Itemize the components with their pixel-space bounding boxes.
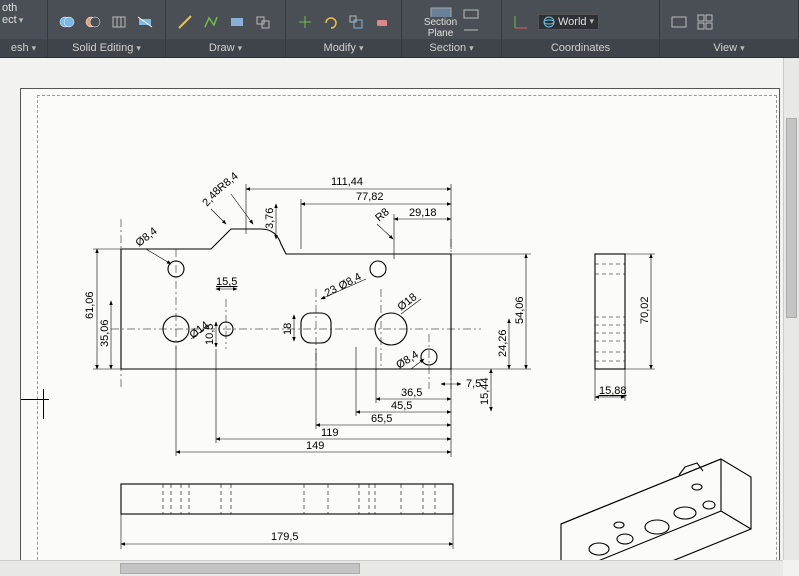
drawing-svg: 111,44 77,82 29,18 2,48 3,76 R8,4 R8 Ø8,	[21, 89, 781, 576]
isometric-view	[561, 459, 751, 576]
world-combo[interactable]: World ▾	[538, 14, 599, 30]
scrollbar-vertical[interactable]	[783, 58, 799, 560]
panel-section-label[interactable]: Section ▾	[402, 39, 501, 57]
region-icon[interactable]	[226, 11, 248, 33]
dim-dia-8-4a: Ø8,4	[133, 225, 159, 249]
section-jog-icon[interactable]	[462, 7, 480, 21]
view-icon-2[interactable]	[694, 11, 716, 33]
section-plane-button[interactable]: Section Plane	[424, 5, 458, 39]
dim-65-5: 65,5	[371, 413, 392, 425]
bottom-view: 179,5	[121, 484, 453, 549]
paper-sheet: 111,44 77,82 29,18 2,48 3,76 R8,4 R8 Ø8,	[20, 88, 780, 576]
panel-mesh: oth ect ▾ esh ▾	[0, 0, 48, 57]
dim-35-06: 35,06	[99, 319, 111, 347]
dim-dia-18: Ø18	[395, 291, 419, 313]
line-icon[interactable]	[174, 11, 196, 33]
ribbon: oth ect ▾ esh ▾ Solid Editing ▾	[0, 0, 799, 58]
panel-view: View ▾	[660, 0, 799, 57]
view-icon-1[interactable]	[668, 11, 690, 33]
panel-section: Section Plane Section ▾	[402, 0, 502, 57]
panel-view-label[interactable]: View ▾	[660, 39, 798, 57]
dim-10-5: 10,5	[204, 324, 216, 345]
mesh-button[interactable]: ect ▾	[2, 14, 23, 26]
dim-179-5: 179,5	[271, 531, 299, 543]
panel-coordinates-label[interactable]: Coordinates	[502, 39, 659, 57]
dim-36-5: 36,5	[401, 387, 422, 399]
dim-15-88: 15,88	[599, 385, 627, 397]
union-icon[interactable]	[56, 11, 78, 33]
globe-icon	[543, 16, 555, 28]
scrollbar-v-thumb[interactable]	[786, 118, 797, 318]
dim-70-02: 70,02	[639, 296, 651, 324]
side-view: 70,02 15,88	[595, 254, 655, 401]
panel-mesh-label[interactable]: esh ▾	[0, 39, 47, 57]
dim-3-76: 3,76	[264, 208, 276, 229]
dim-dia-8-4b: Ø8,4	[337, 271, 364, 293]
rotate-icon[interactable]	[320, 11, 342, 33]
panel-solid-editing: Solid Editing ▾	[48, 0, 166, 57]
dim-r8: R8	[373, 206, 391, 224]
scrollbar-horizontal[interactable]	[0, 560, 783, 576]
draw-dropdown-icon[interactable]	[252, 11, 274, 33]
section-live-icon[interactable]	[462, 23, 480, 37]
dim-18: 18	[282, 323, 294, 335]
erase-icon[interactable]	[371, 11, 393, 33]
move-icon[interactable]	[294, 11, 316, 33]
panel-coordinates: World ▾ Coordinates	[502, 0, 660, 57]
ucs-icon[interactable]	[510, 11, 532, 33]
dim-61-06: 61,06	[84, 291, 96, 319]
dim-45-5: 45,5	[391, 400, 412, 412]
dim-15-44: 15,44	[479, 377, 491, 405]
dim-dia-8-4c: Ø8,4	[394, 349, 421, 372]
mesh-label-1[interactable]: oth	[2, 2, 17, 14]
scrollbar-h-thumb[interactable]	[120, 563, 360, 574]
intersect-icon[interactable]	[108, 11, 130, 33]
chevron-down-icon: ▾	[590, 16, 595, 27]
hole-4	[370, 261, 386, 277]
panel-draw: Draw ▾	[166, 0, 286, 57]
dim-111-44: 111,44	[331, 176, 363, 188]
dim-r8-4: R8,4	[215, 170, 241, 194]
scale-icon[interactable]	[346, 11, 368, 33]
dim-149: 149	[306, 440, 324, 452]
dim-15-5: 15,5	[216, 276, 237, 288]
panel-modify: Modify ▾	[286, 0, 402, 57]
slice-icon[interactable]	[134, 11, 156, 33]
panel-solid-editing-label[interactable]: Solid Editing ▾	[48, 39, 165, 57]
subtract-icon[interactable]	[82, 11, 104, 33]
dim-119: 119	[321, 427, 339, 439]
panel-draw-label[interactable]: Draw ▾	[166, 39, 285, 57]
drawing-canvas[interactable]: 111,44 77,82 29,18 2,48 3,76 R8,4 R8 Ø8,	[0, 58, 799, 576]
dim-54-06: 54,06	[514, 296, 526, 324]
dim-29-18: 29,18	[409, 207, 437, 219]
panel-modify-label[interactable]: Modify ▾	[286, 39, 401, 57]
polyline-icon[interactable]	[200, 11, 222, 33]
dim-24-26: 24,26	[497, 329, 509, 357]
dim-77-82: 77,82	[356, 191, 384, 203]
